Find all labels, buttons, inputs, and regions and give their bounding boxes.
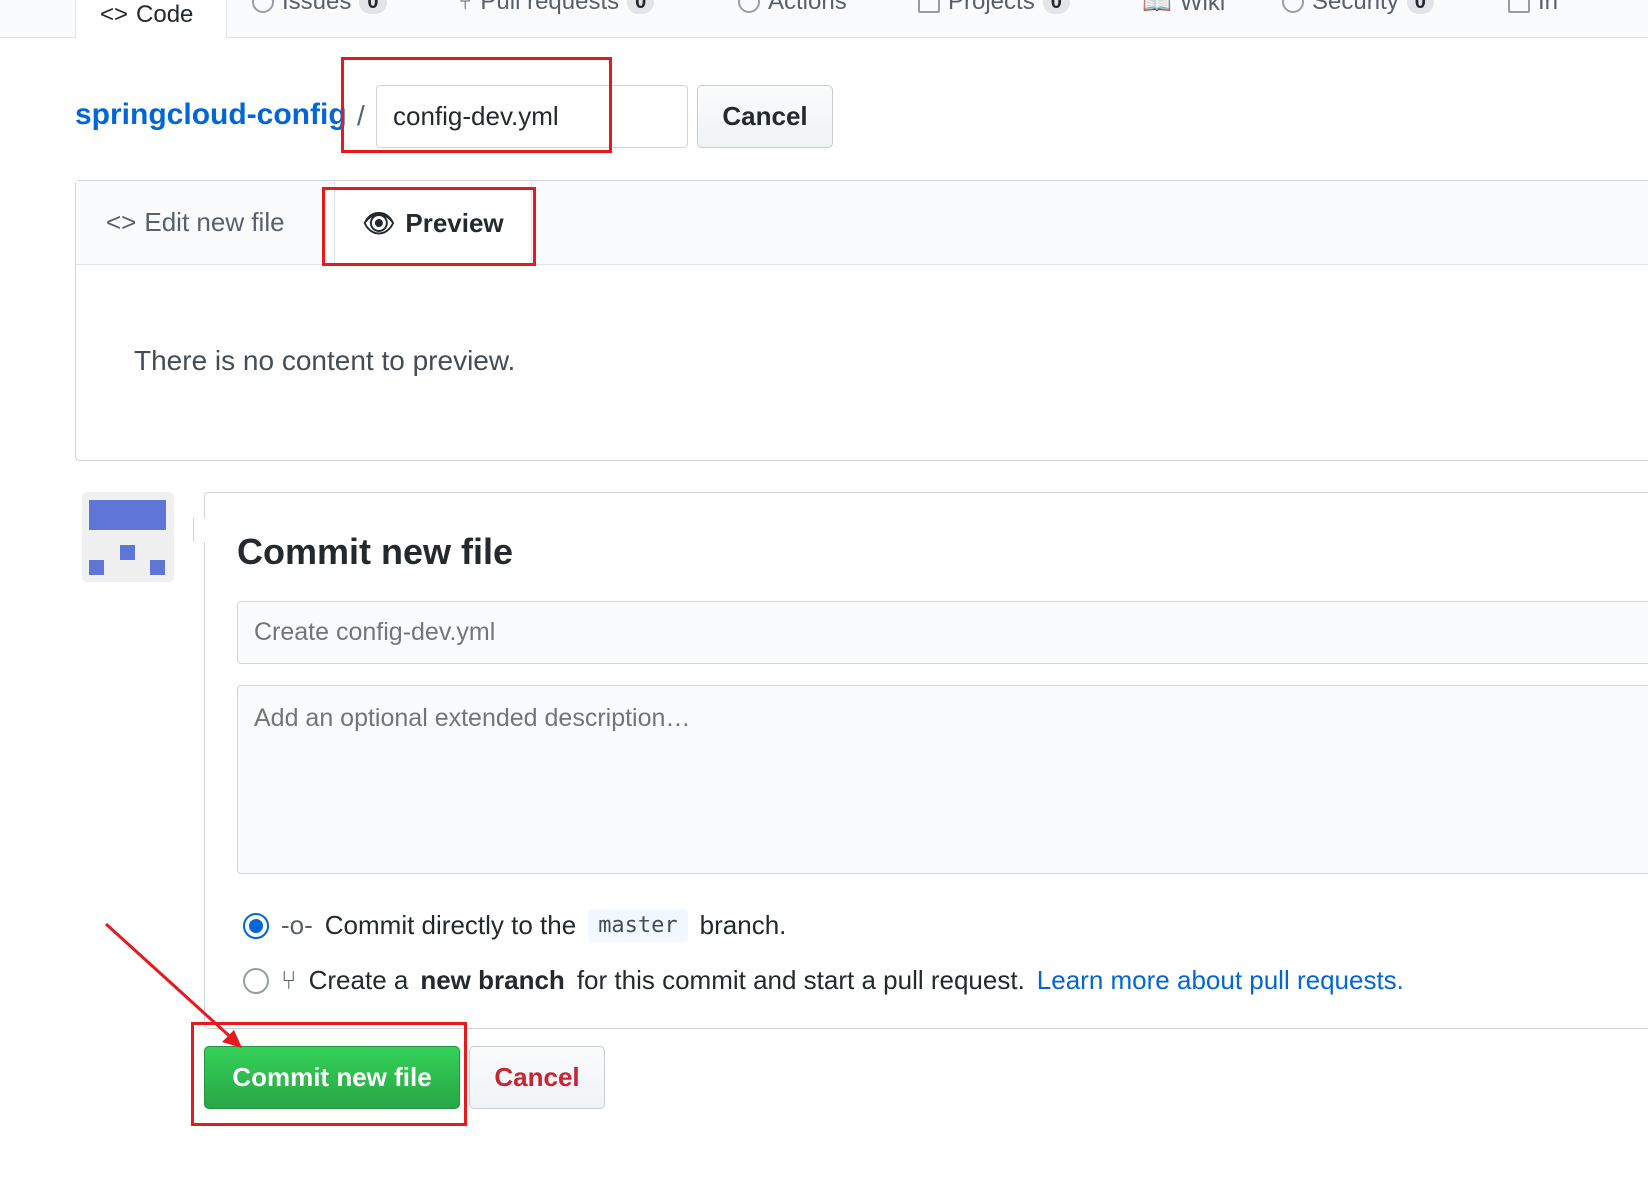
commit-title: Commit new file bbox=[237, 531, 514, 572]
code-icon: <> bbox=[106, 207, 137, 237]
book-icon: 📖 bbox=[1142, 0, 1172, 16]
pull-request-icon: ⑂ bbox=[281, 965, 297, 995]
nav-tab-issues[interactable]: Issues 0 bbox=[252, 0, 387, 16]
nav-tab-wiki[interactable]: 📖 Wiki bbox=[1142, 0, 1225, 17]
preview-empty-text: There is no content to preview. bbox=[134, 345, 516, 376]
pull-request-icon: ⑂ bbox=[458, 0, 473, 15]
editor-panel: <> Edit new file 👁 Preview There is no con… bbox=[75, 180, 1648, 461]
tab-edit-file[interactable]: <> Edit new file bbox=[106, 207, 285, 238]
commit-new-branch-option[interactable]: ⑂ Create a new branch for this commit an… bbox=[243, 965, 1404, 996]
learn-more-link[interactable]: Learn more about pull requests. bbox=[1037, 965, 1404, 996]
editor-tabs bbox=[76, 181, 1648, 265]
commit-summary-input[interactable] bbox=[237, 601, 1648, 664]
annotation-box bbox=[341, 57, 612, 153]
nav-tab-actions[interactable]: Actions bbox=[738, 0, 847, 16]
repo-link[interactable]: springcloud-config bbox=[75, 98, 347, 132]
filename-cancel-button[interactable]: Cancel bbox=[697, 85, 833, 148]
issue-icon bbox=[252, 0, 274, 13]
annotation-box bbox=[322, 187, 536, 266]
commit-form: Commit new file -o- Commit directly to t… bbox=[204, 492, 1648, 1029]
avatar bbox=[82, 492, 174, 582]
commit-cancel-button[interactable]: Cancel bbox=[469, 1046, 605, 1109]
nav-tab-projects[interactable]: Projects 0 bbox=[918, 0, 1070, 16]
annotation-arrow bbox=[104, 922, 242, 1048]
commit-icon: -o- bbox=[281, 910, 313, 940]
play-icon bbox=[738, 0, 760, 13]
nav-tab-security[interactable]: Security 0 bbox=[1282, 0, 1434, 16]
branch-name: master bbox=[588, 909, 688, 942]
code-icon: <> bbox=[100, 0, 129, 28]
commit-description-input[interactable] bbox=[237, 685, 1648, 874]
nav-tab-pull-requests[interactable]: ⑂ Pull requests 0 bbox=[458, 0, 655, 16]
repo-nav: <> Code Issues 0 ⑂ Pull requests 0 Actions P… bbox=[0, 0, 1648, 38]
project-icon bbox=[918, 0, 940, 13]
nav-tab-code[interactable]: <> Code bbox=[75, 0, 227, 38]
form-pointer bbox=[193, 518, 207, 542]
graph-icon bbox=[1508, 0, 1530, 13]
shield-icon bbox=[1282, 0, 1304, 13]
commit-direct-option[interactable]: -o- Commit directly to the master branch… bbox=[243, 909, 786, 942]
nav-tab-insights[interactable]: In bbox=[1508, 0, 1558, 16]
